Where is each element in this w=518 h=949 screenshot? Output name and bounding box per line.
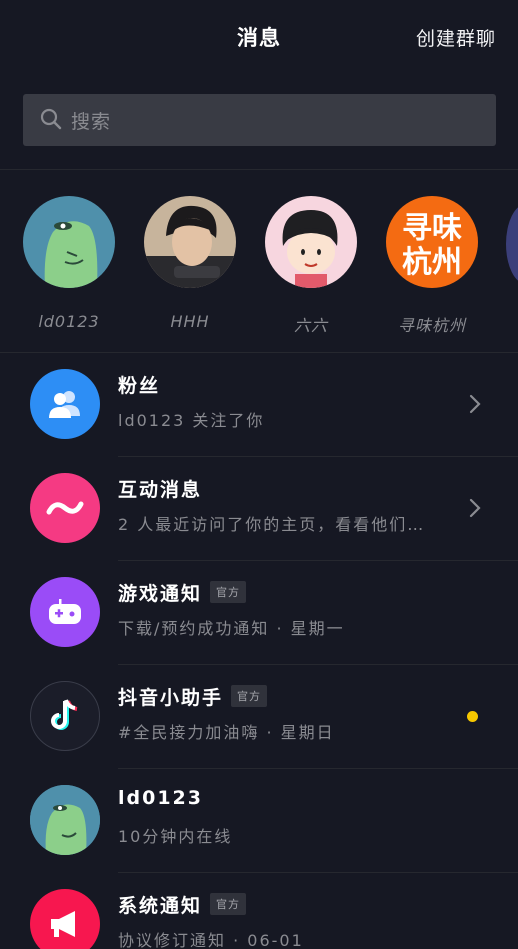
message-title: 互动消息 xyxy=(118,479,203,501)
megaphone-icon xyxy=(30,889,100,949)
message-interactions[interactable]: 互动消息 2 人最近访问了你的主页，看看他们… xyxy=(0,457,518,561)
message-title-text: 系统通知 xyxy=(118,895,203,917)
message-douyin-assistant[interactable]: 抖音小助手 官方 #全民接力加油嗨 · 星期日 xyxy=(0,665,518,769)
message-subtitle: 协议修订通知 · 06-01 xyxy=(118,931,304,949)
message-title-text: 游戏通知 xyxy=(118,583,203,605)
friend-liuliu[interactable]: 六六 xyxy=(251,196,371,335)
avatar xyxy=(30,785,100,855)
message-game-notice[interactable]: 游戏通知 官方 下载/预约成功通知 · 星期一 xyxy=(0,561,518,665)
official-badge: 官方 xyxy=(210,581,247,603)
message-subtitle: #全民接力加油嗨 · 星期日 xyxy=(118,723,335,742)
chevron-right-icon xyxy=(469,498,481,518)
message-fans[interactable]: 粉丝 ld0123 关注了你 xyxy=(0,353,518,457)
svg-text:寻味: 寻味 xyxy=(402,211,462,246)
game-controller-icon xyxy=(30,577,100,647)
message-subtitle: 10分钟内在线 xyxy=(118,827,233,846)
message-subtitle: ld0123 关注了你 xyxy=(118,411,265,430)
friend-ld0123[interactable]: ld0123 xyxy=(9,196,129,331)
divider xyxy=(0,169,518,170)
create-group-button[interactable]: 创建群聊 xyxy=(416,24,496,51)
interaction-icon xyxy=(30,473,100,543)
message-ld0123[interactable]: ld0123 10分钟内在线 xyxy=(0,769,518,873)
friend-xunwei-hangzhou[interactable]: 寻味 杭州 寻味杭州 xyxy=(372,196,492,335)
friend-name: ld0123 xyxy=(38,312,100,331)
message-title: 系统通知 官方 xyxy=(118,891,247,918)
search-input[interactable]: 搜索 xyxy=(23,94,496,146)
official-badge: 官方 xyxy=(231,685,268,707)
search-icon xyxy=(40,108,62,130)
friend-name: 六六 xyxy=(293,316,328,335)
avatar xyxy=(144,196,236,288)
unread-dot xyxy=(467,711,478,722)
message-title-text: 抖音小助手 xyxy=(118,687,224,709)
tiktok-icon xyxy=(30,681,100,751)
friend-name: HHH xyxy=(170,312,210,331)
avatar xyxy=(265,196,357,288)
friend-hhh[interactable]: HHH xyxy=(130,196,250,331)
chevron-right-icon xyxy=(469,394,481,414)
search-placeholder: 搜索 xyxy=(71,111,112,133)
message-system-notice[interactable]: 系统通知 官方 协议修订通知 · 06-01 xyxy=(0,873,518,949)
avatar: 寻味 杭州 xyxy=(386,196,478,288)
messages-screen: 消息 创建群聊 搜索 ld0123 HHH 六六 寻味 杭州 寻味杭州 粉丝 l… xyxy=(0,0,518,949)
friend-name: 寻味杭州 xyxy=(397,316,466,335)
message-title: 抖音小助手 官方 xyxy=(118,683,268,710)
fans-icon xyxy=(30,369,100,439)
header: 消息 创建群聊 xyxy=(0,0,518,76)
message-subtitle: 下载/预约成功通知 · 星期一 xyxy=(118,619,345,638)
partial-avatar[interactable] xyxy=(506,204,518,284)
official-badge: 官方 xyxy=(210,893,247,915)
message-title: 粉丝 xyxy=(118,375,161,397)
svg-text:杭州: 杭州 xyxy=(402,245,462,280)
message-subtitle: 2 人最近访问了你的主页，看看他们… xyxy=(118,515,426,534)
message-title: 游戏通知 官方 xyxy=(118,579,247,606)
message-title: ld0123 xyxy=(118,787,203,809)
avatar xyxy=(23,196,115,288)
